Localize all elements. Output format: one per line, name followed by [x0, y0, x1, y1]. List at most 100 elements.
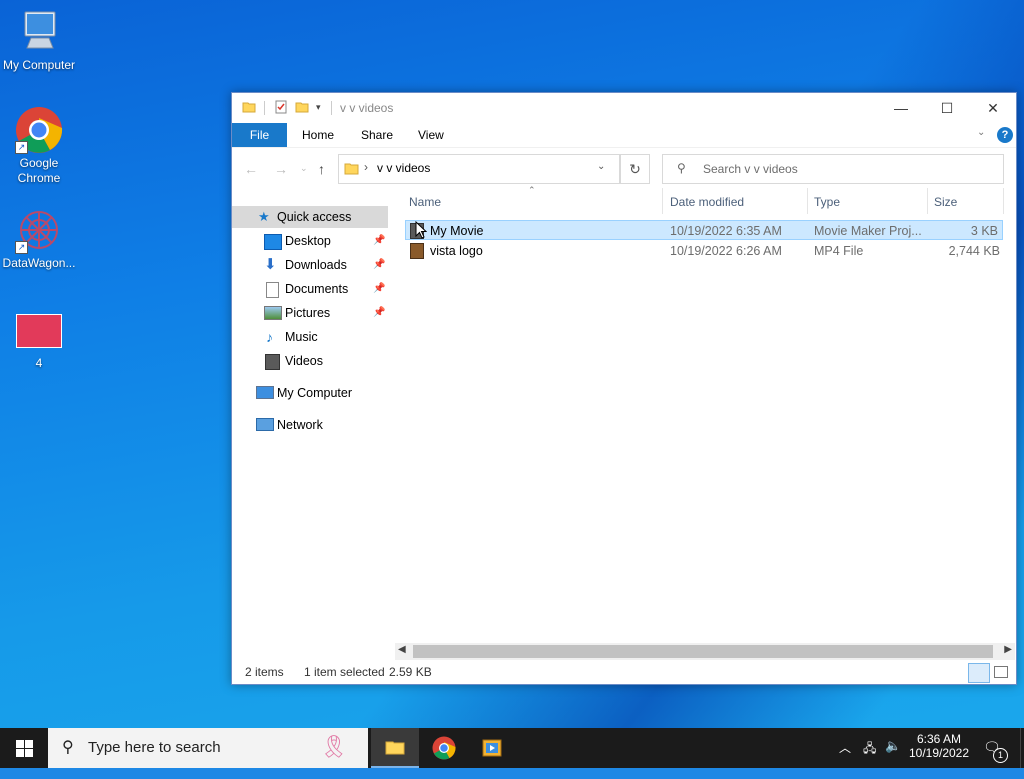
chrome-icon: [432, 736, 456, 760]
videos-icon: [265, 354, 280, 370]
movie-maker-icon: [482, 739, 502, 757]
nav-item-videos[interactable]: Videos: [232, 350, 388, 372]
nav-label: Downloads: [285, 258, 347, 272]
breadcrumb-current[interactable]: v v videos: [377, 161, 430, 175]
navigation-pane: ★ Quick access Desktop 📌 ⬇ Downloads 📌 D…: [232, 188, 395, 658]
minimize-button[interactable]: —: [878, 93, 924, 123]
search-icon: ⚲: [62, 739, 74, 756]
nav-quick-access[interactable]: ★ Quick access: [232, 206, 388, 228]
breadcrumb-separator: ›: [364, 160, 368, 174]
nav-label: Quick access: [277, 210, 352, 224]
back-button[interactable]: ←: [244, 161, 258, 177]
help-icon[interactable]: ?: [997, 127, 1013, 143]
search-icon: ⚲: [677, 161, 686, 175]
scroll-right-icon[interactable]: ▶: [1004, 644, 1012, 655]
desktop-icon-google-chrome[interactable]: ↗ Google Chrome: [0, 106, 78, 186]
column-date-modified[interactable]: Date modified: [670, 191, 744, 213]
address-dropdown-icon[interactable]: ⌄: [597, 161, 605, 172]
mouse-cursor-icon: [415, 221, 427, 239]
nav-label: Network: [277, 418, 323, 432]
taskbar-search-box[interactable]: ⚲ Type here to search 🎗: [48, 728, 368, 768]
file-row-my-movie[interactable]: My Movie 10/19/2022 6:35 AM Movie Maker …: [405, 220, 1003, 240]
windows-icon: [16, 740, 33, 757]
large-icons-view-icon[interactable]: [994, 666, 1008, 678]
column-name[interactable]: Name: [409, 191, 441, 213]
nav-label: Documents: [285, 282, 349, 296]
recent-locations-icon[interactable]: ⌄: [300, 163, 308, 174]
desktop-icon-my-computer[interactable]: My Computer: [0, 8, 78, 73]
nav-item-network[interactable]: Network: [232, 414, 388, 436]
file-date: 10/19/2022 6:26 AM: [670, 244, 782, 258]
horizontal-scrollbar[interactable]: ◀ ▶: [395, 643, 1015, 660]
status-bar: 2 items 1 item selected 2.59 KB: [232, 660, 1016, 684]
pin-icon[interactable]: 📌: [373, 302, 385, 324]
file-explorer-window: ▾ v v videos — ☐ ✕ File Home Share View …: [231, 92, 1017, 685]
nav-item-music[interactable]: ♪ Music: [232, 326, 388, 348]
desktop-icon-4[interactable]: 4: [0, 314, 78, 371]
details-view-icon[interactable]: [968, 663, 990, 683]
maximize-button[interactable]: ☐: [924, 93, 970, 123]
file-size: 2,744 KB: [948, 244, 1000, 258]
nav-item-documents[interactable]: Documents 📌: [232, 278, 388, 300]
network-icon: [256, 418, 274, 431]
nav-item-my-computer[interactable]: My Computer: [232, 382, 388, 404]
new-folder-icon[interactable]: [295, 100, 309, 117]
file-type: MP4 File: [814, 244, 864, 258]
clock[interactable]: 6:36 AM 10/19/2022: [906, 728, 972, 768]
desktop-icon: [264, 234, 282, 250]
column-divider[interactable]: [662, 188, 663, 214]
tab-home[interactable]: Home: [302, 123, 334, 147]
column-divider[interactable]: [807, 188, 808, 214]
sort-ascending-icon: ⌃: [528, 185, 536, 195]
show-hidden-icons-icon[interactable]: ︿: [839, 739, 851, 779]
file-name: vista logo: [430, 244, 483, 258]
nav-item-downloads[interactable]: ⬇ Downloads 📌: [232, 254, 388, 276]
action-center-button[interactable]: 🗨 1: [983, 728, 1013, 768]
column-divider[interactable]: [1003, 188, 1004, 214]
taskbar-movie-maker[interactable]: [468, 728, 516, 768]
title-bar: ▾ v v videos — ☐ ✕: [232, 93, 1016, 123]
taskbar-file-explorer[interactable]: [371, 728, 419, 768]
forward-button[interactable]: →: [274, 161, 288, 177]
nav-item-pictures[interactable]: Pictures 📌: [232, 302, 388, 324]
column-size[interactable]: Size: [934, 191, 957, 213]
address-bar[interactable]: › v v videos ⌄: [338, 154, 620, 184]
pin-icon[interactable]: 📌: [373, 230, 385, 252]
tab-share[interactable]: Share: [361, 123, 393, 147]
tab-file[interactable]: File: [232, 123, 287, 147]
network-tray-icon[interactable]: 🖧: [863, 739, 876, 779]
folder-icon: [344, 161, 359, 178]
computer-icon: [15, 8, 63, 56]
scroll-left-icon[interactable]: ◀: [398, 644, 406, 655]
scrollbar-thumb[interactable]: [413, 645, 993, 658]
desktop-icon-datawagon[interactable]: ↗ DataWagon...: [0, 206, 78, 271]
nav-item-desktop[interactable]: Desktop 📌: [232, 230, 388, 252]
start-button[interactable]: [0, 728, 48, 768]
show-desktop-button[interactable]: [1020, 728, 1024, 768]
column-divider[interactable]: [927, 188, 928, 214]
chrome-icon: ↗: [15, 106, 63, 154]
file-row-vista-logo[interactable]: vista logo 10/19/2022 6:26 AM MP4 File 2…: [405, 241, 1003, 261]
customize-toolbar-icon[interactable]: ▾: [316, 102, 321, 113]
pin-icon[interactable]: 📌: [373, 254, 385, 276]
properties-icon[interactable]: [274, 100, 288, 117]
taskbar-chrome[interactable]: [420, 728, 468, 768]
video-file-icon: [410, 243, 424, 259]
ribbon-tabs: File Home Share View ⌄ ?: [232, 123, 1016, 147]
tab-view[interactable]: View: [418, 123, 444, 147]
close-button[interactable]: ✕: [970, 93, 1016, 123]
desktop-icon-label: My Computer: [2, 58, 76, 72]
column-type[interactable]: Type: [814, 191, 840, 213]
window-title: v v videos: [340, 101, 394, 115]
volume-icon[interactable]: 🔈: [885, 738, 901, 778]
expand-ribbon-icon[interactable]: ⌄: [977, 127, 985, 138]
desktop-icon-label: DataWagon...: [2, 256, 76, 270]
pin-icon[interactable]: 📌: [373, 278, 385, 300]
star-icon: ★: [258, 209, 270, 224]
search-box[interactable]: ⚲ Search v v videos: [662, 154, 1004, 184]
up-button[interactable]: ↑: [318, 161, 325, 177]
refresh-button[interactable]: ↻: [620, 154, 650, 184]
shortcut-arrow-icon: ↗: [15, 141, 28, 154]
address-row: ← → ⌄ ↑ › v v videos ⌄ ↻ ⚲ Search v v vi…: [232, 147, 1016, 188]
clock-date: 10/19/2022: [908, 746, 970, 760]
